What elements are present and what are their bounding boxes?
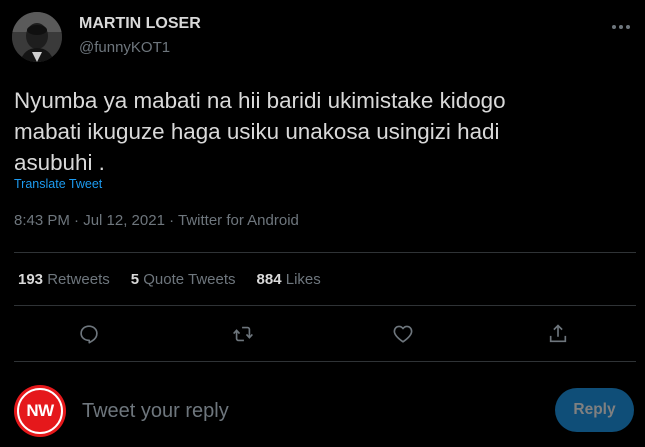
more-options-button[interactable]	[606, 14, 636, 40]
share-action-button[interactable]	[541, 318, 575, 350]
retweets-count: 193	[18, 271, 44, 288]
like-action-button[interactable]	[386, 318, 420, 350]
reply-button[interactable]: Reply	[555, 388, 634, 432]
quote-tweets-stat[interactable]: 5 Quote Tweets	[131, 271, 236, 288]
author-display-name[interactable]: MARTIN LOSER	[79, 15, 201, 33]
retweets-stat[interactable]: 193 Retweets	[18, 271, 110, 288]
likes-label: Likes	[285, 271, 321, 288]
quote-tweets-label: Quote Tweets	[143, 271, 236, 288]
reply-input[interactable]	[82, 396, 522, 426]
quote-tweets-count: 5	[130, 271, 140, 288]
avatar-photo-icon	[12, 12, 62, 62]
avatar-initials: NW	[17, 388, 63, 434]
more-dots-icon	[612, 25, 630, 29]
divider	[14, 252, 636, 253]
likes-stat[interactable]: 884 Likes	[257, 271, 321, 288]
tweet-text: Nyumba ya mabati na hii baridi ukimistak…	[14, 88, 506, 175]
tweet-action-bar	[0, 318, 645, 350]
tweet-timestamp-source[interactable]: 8:43 PM · Jul 12, 2021 · Twitter for And…	[14, 212, 299, 229]
retweets-label: Retweets	[47, 271, 110, 288]
translate-tweet-link[interactable]: Translate Tweet	[14, 177, 102, 191]
author-handle[interactable]: @funnyKOT1	[79, 39, 170, 56]
heart-icon	[393, 325, 413, 343]
tweet-detail: MARTIN LOSER @funnyKOT1 Nyumba ya mabati…	[0, 0, 645, 447]
current-user-avatar[interactable]: NW	[14, 385, 66, 437]
share-icon	[549, 324, 567, 343]
likes-count: 884	[256, 271, 282, 288]
author-avatar[interactable]	[12, 12, 62, 62]
retweet-icon	[233, 326, 253, 342]
tweet-stats: 193 Retweets 5 Quote Tweets 884 Likes	[18, 271, 342, 288]
comment-icon	[80, 325, 98, 344]
divider	[14, 305, 636, 306]
reply-action-button[interactable]	[72, 318, 106, 350]
divider	[14, 361, 636, 362]
retweet-action-button[interactable]	[226, 318, 260, 350]
